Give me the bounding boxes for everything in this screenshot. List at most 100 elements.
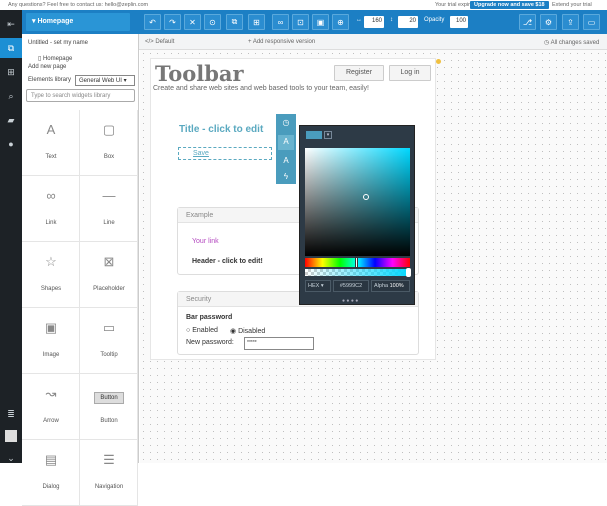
- upgrade-button[interactable]: Upgrade now and save $18: [470, 1, 549, 9]
- hex-input[interactable]: #5999C2: [333, 280, 369, 292]
- color-swatch[interactable]: [306, 131, 322, 139]
- picker-pagination[interactable]: ● ● ● ●: [342, 298, 358, 304]
- elements-icon[interactable]: ⊞: [0, 62, 22, 82]
- disabled-radio[interactable]: ◉ Disabled: [230, 327, 265, 335]
- avatar[interactable]: [0, 426, 22, 446]
- library-label: Elements library: [28, 77, 72, 83]
- new-password-label: New password:: [186, 339, 234, 346]
- site-tagline[interactable]: Create and share web sites and web based…: [153, 85, 369, 92]
- page-selector[interactable]: ▾ Homepage: [26, 13, 130, 31]
- announcement-bar: Any questions? Feel free to contact us: …: [0, 0, 607, 10]
- page-selector-label: Homepage: [37, 18, 74, 25]
- widget-label: Link: [45, 220, 57, 226]
- widget-navigation[interactable]: ☰ Navigation: [80, 440, 138, 506]
- page-list-item-label: Homepage: [42, 56, 73, 62]
- widget-search-input[interactable]: Type to search widgets library: [26, 89, 135, 102]
- widget-arrow[interactable]: ↝ Arrow: [22, 374, 80, 440]
- login-button[interactable]: Log in: [389, 65, 431, 81]
- contact-text: Any questions? Feel free to contact us: …: [8, 2, 149, 8]
- widget-shapes[interactable]: ☆ Shapes: [22, 242, 80, 308]
- component-icon[interactable]: ⊕: [332, 14, 349, 30]
- color-format-value: HEX: [308, 283, 320, 289]
- delete-icon[interactable]: ✕: [184, 14, 201, 30]
- clock-icon[interactable]: ◷: [278, 116, 294, 131]
- alpha-field[interactable]: Alpha 100%: [371, 280, 410, 292]
- redo-icon[interactable]: ↷: [164, 14, 181, 30]
- widgets-panel: Untitled - set my name ▯ Homepage Add ne…: [22, 34, 139, 506]
- comments-icon[interactable]: ▰: [0, 110, 22, 130]
- enabled-radio[interactable]: ○ Enabled: [186, 327, 218, 334]
- share-icon[interactable]: ⎇: [519, 14, 536, 30]
- link-icon[interactable]: ∞: [272, 14, 289, 30]
- project-name[interactable]: Untitled - set my name: [28, 40, 88, 46]
- color-format-select[interactable]: HEX ▾: [305, 280, 331, 292]
- widget-text[interactable]: A Text: [22, 110, 80, 176]
- widget-label: Box: [103, 154, 115, 160]
- alpha-value: 100%: [389, 283, 404, 289]
- add-page-link[interactable]: Add new page: [28, 64, 66, 70]
- alpha-handle[interactable]: [406, 268, 411, 277]
- saturation-handle[interactable]: [363, 194, 369, 200]
- x-label: ↔: [356, 17, 362, 23]
- user-icon[interactable]: ●: [0, 134, 22, 154]
- image-icon: ▣: [44, 320, 58, 335]
- view-icon[interactable]: ▭: [583, 14, 600, 30]
- card-header-text[interactable]: Header - click to edit!: [192, 258, 263, 265]
- widget-label: Shapes: [40, 286, 62, 292]
- extend-trial-link[interactable]: Extend your trial: [552, 2, 592, 8]
- image-icon[interactable]: ▣: [312, 14, 329, 30]
- action-icon[interactable]: ϟ: [278, 170, 294, 185]
- group-icon[interactable]: ⊞: [248, 14, 265, 30]
- widget-image[interactable]: ▣ Image: [22, 308, 80, 374]
- new-password-input[interactable]: *****: [244, 337, 314, 350]
- x-input[interactable]: 160: [364, 16, 384, 28]
- duplicate-icon[interactable]: ⧉: [226, 14, 243, 30]
- saturation-area[interactable]: [305, 148, 410, 256]
- swatch-dropdown-icon[interactable]: ▾: [324, 131, 332, 139]
- chevron-down-icon[interactable]: ⌄: [0, 448, 22, 468]
- undo-icon[interactable]: ↶: [144, 14, 161, 30]
- hue-slider[interactable]: [305, 257, 410, 268]
- widget-dialog[interactable]: ▤ Dialog: [22, 440, 80, 506]
- y-input[interactable]: 20: [398, 16, 418, 28]
- page-list-item[interactable]: ▯ Homepage: [38, 55, 72, 62]
- export-icon[interactable]: ⇪: [562, 14, 579, 30]
- arrow-icon: ↝: [45, 386, 57, 401]
- widget-link[interactable]: ∞ Link: [22, 176, 80, 242]
- pages-icon[interactable]: ⧉: [0, 38, 22, 58]
- save-link[interactable]: Save: [193, 150, 209, 157]
- alpha-slider[interactable]: [305, 268, 411, 277]
- widget-box[interactable]: ▢ Box: [80, 110, 138, 176]
- widget-label: Button: [100, 418, 118, 424]
- opacity-input[interactable]: 100: [450, 16, 468, 28]
- bar-password-label: Bar password: [186, 314, 233, 321]
- widget-button[interactable]: Button Button: [80, 374, 138, 440]
- site-logo[interactable]: Toolbar: [155, 61, 244, 86]
- text-icon: A: [46, 122, 56, 137]
- library-select[interactable]: General Web UI ▾: [75, 75, 135, 86]
- add-version-link[interactable]: + Add responsive version: [248, 39, 315, 45]
- widget-tooltip[interactable]: ▭ Tooltip: [80, 308, 138, 374]
- hue-handle[interactable]: [355, 257, 358, 268]
- line-icon: —: [102, 188, 116, 203]
- database-icon[interactable]: ≣: [0, 404, 22, 424]
- widget-line[interactable]: — Line: [80, 176, 138, 242]
- widget-placeholder[interactable]: ⊠ Placeholder: [80, 242, 138, 308]
- register-button[interactable]: Register: [334, 65, 384, 81]
- breadcrumb[interactable]: </> Default: [145, 39, 174, 45]
- text-style-icon[interactable]: A: [278, 135, 294, 150]
- page-title[interactable]: Title - click to edit: [179, 124, 263, 135]
- font-size-icon[interactable]: A: [278, 154, 294, 169]
- settings-icon[interactable]: ⚙: [540, 14, 557, 30]
- collapse-icon[interactable]: ⇤: [0, 14, 22, 34]
- widget-label: Arrow: [43, 418, 59, 424]
- color-picker: ▾ HEX ▾ #5999C2 Alpha 100% ● ● ● ●: [299, 125, 415, 305]
- lock-icon[interactable]: ⊡: [292, 14, 309, 30]
- search-icon[interactable]: ⌕: [0, 86, 22, 106]
- add-version-label: Add responsive version: [252, 39, 316, 45]
- your-link[interactable]: Your link: [192, 238, 219, 245]
- disabled-radio-label: Disabled: [238, 328, 266, 335]
- preview-icon[interactable]: ⊙: [204, 14, 221, 30]
- selection-box[interactable]: Save: [178, 147, 272, 160]
- widget-label: Placeholder: [93, 286, 125, 292]
